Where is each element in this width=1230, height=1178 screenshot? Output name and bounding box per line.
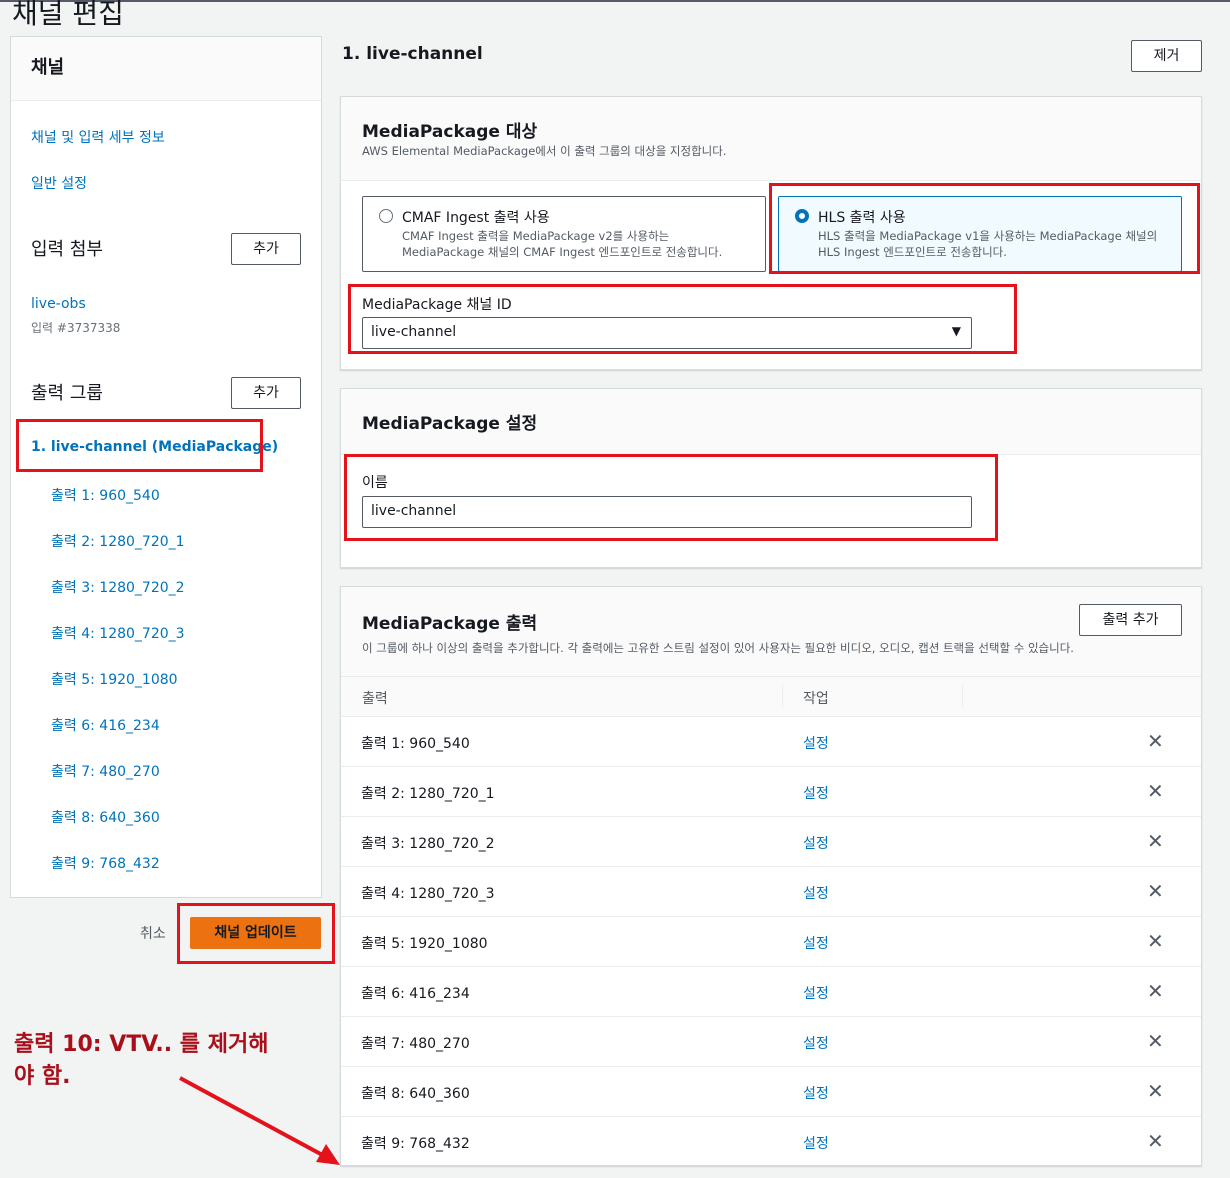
cmaf-option-card[interactable]: CMAF Ingest 출력 사용 CMAF Ingest 출력을 MediaP… <box>362 196 766 272</box>
output-name: 출력 9: 768_432 <box>361 1136 470 1152</box>
output-name: 출력 8: 640_360 <box>361 1086 470 1102</box>
outputs-panel: MediaPackage 출력 이 그룹에 하나 이상의 출력을 추가합니다. … <box>340 586 1202 1166</box>
table-header: 출력 작업 <box>341 677 1201 717</box>
close-icon[interactable]: ✕ <box>1147 1129 1164 1153</box>
output-groups-label: 출력 그룹 <box>31 383 103 404</box>
sidebar-output-link[interactable]: 출력 5: 1920_1080 <box>51 669 178 689</box>
table-row: 출력 3: 1280_720_2 설정 ✕ <box>341 816 1201 866</box>
settings-link[interactable]: 설정 <box>803 933 829 953</box>
input-attach-label: 입력 첨부 <box>31 239 103 260</box>
top-border <box>0 0 1230 2</box>
input-link[interactable]: live-obs <box>31 296 86 312</box>
cancel-button[interactable]: 취소 <box>140 923 166 943</box>
highlight-update-button <box>177 903 335 964</box>
annotation-text-line1: 출력 10: VTV.. 를 제거해 <box>14 1032 269 1057</box>
page-title: 채널 편집 <box>12 0 124 30</box>
settings-link[interactable]: 설정 <box>803 883 829 903</box>
cmaf-desc-line1: CMAF Ingest 출력을 MediaPackage v2를 사용하는 <box>402 229 670 243</box>
sidebar-link-channel-details[interactable]: 채널 및 입력 세부 정보 <box>31 127 165 147</box>
sidebar-output-link[interactable]: 출력 3: 1280_720_2 <box>51 577 185 597</box>
cmaf-desc-line2: MediaPackage 채널의 CMAF Ingest 엔드포인트로 전송합니… <box>402 245 723 259</box>
output-group-title: 1. live-channel <box>342 44 483 64</box>
highlight-output-group <box>16 419 263 472</box>
sidebar-output-link[interactable]: 출력 2: 1280_720_1 <box>51 531 185 551</box>
settings-panel-header: MediaPackage 설정 <box>341 389 1201 455</box>
highlight-name-field <box>344 454 998 541</box>
settings-link[interactable]: 설정 <box>803 783 829 803</box>
sidebar-link-general-settings[interactable]: 일반 설정 <box>31 173 87 193</box>
close-icon[interactable]: ✕ <box>1147 979 1164 1003</box>
sidebar-output-link[interactable]: 출력 8: 640_360 <box>51 807 160 827</box>
destination-panel-header: MediaPackage 대상 AWS Elemental MediaPacka… <box>341 97 1201 181</box>
sidebar-header: 채널 <box>11 37 321 101</box>
cmaf-label: CMAF Ingest 출력 사용 <box>402 210 550 226</box>
add-output-button[interactable]: 출력 추가 <box>1079 604 1182 636</box>
highlight-hls-option <box>769 183 1200 274</box>
close-icon[interactable]: ✕ <box>1147 879 1164 903</box>
close-icon[interactable]: ✕ <box>1147 929 1164 953</box>
output-name: 출력 6: 416_234 <box>361 986 470 1002</box>
remove-group-button[interactable]: 제거 <box>1131 40 1202 72</box>
sidebar-output-link[interactable]: 출력 9: 768_432 <box>51 853 160 873</box>
sidebar-output-link[interactable]: 출력 6: 416_234 <box>51 715 160 735</box>
annotation-text-line2: 야 함. <box>14 1064 71 1089</box>
output-name: 출력 3: 1280_720_2 <box>361 836 495 852</box>
settings-link[interactable]: 설정 <box>803 1133 829 1153</box>
table-row: 출력 8: 640_360 설정 ✕ <box>341 1066 1201 1116</box>
destination-description: AWS Elemental MediaPackage에서 이 출력 그룹의 대상… <box>362 144 727 158</box>
add-input-button[interactable]: 추가 <box>231 233 301 265</box>
table-row: 출력 1: 960_540 설정 ✕ <box>341 716 1201 766</box>
output-name: 출력 2: 1280_720_1 <box>361 786 495 802</box>
output-name: 출력 1: 960_540 <box>361 736 470 752</box>
table-row: 출력 6: 416_234 설정 ✕ <box>341 966 1201 1016</box>
sidebar-output-link[interactable]: 출력 4: 1280_720_3 <box>51 623 185 643</box>
highlight-channel-id <box>348 284 1017 354</box>
outputs-panel-header: MediaPackage 출력 이 그룹에 하나 이상의 출력을 추가합니다. … <box>341 587 1201 677</box>
close-icon[interactable]: ✕ <box>1147 1029 1164 1053</box>
settings-link[interactable]: 설정 <box>803 983 829 1003</box>
sidebar-title: 채널 <box>31 57 65 78</box>
column-divider <box>962 685 963 707</box>
table-row: 출력 5: 1920_1080 설정 ✕ <box>341 916 1201 966</box>
table-row: 출력 4: 1280_720_3 설정 ✕ <box>341 866 1201 916</box>
close-icon[interactable]: ✕ <box>1147 729 1164 753</box>
annotation-arrow <box>179 1076 340 1165</box>
close-icon[interactable]: ✕ <box>1147 1079 1164 1103</box>
output-name: 출력 5: 1920_1080 <box>361 936 488 952</box>
table-row: 출력 7: 480_270 설정 ✕ <box>341 1016 1201 1066</box>
destination-title: MediaPackage 대상 <box>362 122 538 142</box>
sidebar-output-link[interactable]: 출력 1: 960_540 <box>51 485 160 505</box>
outputs-description: 이 그룹에 하나 이상의 출력을 추가합니다. 각 출력에는 고유한 스트림 설… <box>362 641 1074 655</box>
outputs-title: MediaPackage 출력 <box>362 614 538 634</box>
close-icon[interactable]: ✕ <box>1147 779 1164 803</box>
settings-link[interactable]: 설정 <box>803 1083 829 1103</box>
sidebar-output-link[interactable]: 출력 7: 480_270 <box>51 761 160 781</box>
settings-link[interactable]: 설정 <box>803 1033 829 1053</box>
settings-link[interactable]: 설정 <box>803 733 829 753</box>
column-header-output: 출력 <box>362 691 388 707</box>
settings-link[interactable]: 설정 <box>803 833 829 853</box>
column-divider <box>782 685 783 707</box>
settings-title: MediaPackage 설정 <box>362 414 538 434</box>
cmaf-radio[interactable] <box>379 209 393 223</box>
close-icon[interactable]: ✕ <box>1147 829 1164 853</box>
add-output-group-button[interactable]: 추가 <box>231 377 301 409</box>
output-name: 출력 7: 480_270 <box>361 1036 470 1052</box>
output-name: 출력 4: 1280_720_3 <box>361 886 495 902</box>
input-id: 입력 #3737338 <box>31 321 121 335</box>
table-row: 출력 2: 1280_720_1 설정 ✕ <box>341 766 1201 816</box>
table-row: 출력 9: 768_432 설정 ✕ <box>341 1116 1201 1166</box>
column-header-action: 작업 <box>803 691 829 707</box>
